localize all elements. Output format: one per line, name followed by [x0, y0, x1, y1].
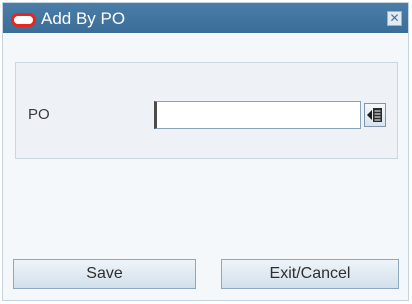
oracle-logo-icon: [11, 13, 36, 27]
lookup-list-icon: [367, 108, 382, 122]
po-label: PO: [28, 106, 50, 123]
exit-cancel-button[interactable]: Exit/Cancel: [221, 259, 399, 289]
add-by-po-dialog: Add By PO ✕ PO Save Exit/Cancel: [2, 2, 409, 301]
dialog-title: Add By PO: [41, 9, 126, 28]
dialog-titlebar: Add By PO ✕: [3, 3, 408, 33]
save-button[interactable]: Save: [13, 259, 196, 289]
form-panel: PO: [15, 62, 398, 159]
po-input[interactable]: [154, 101, 361, 129]
po-lookup-button[interactable]: [364, 103, 386, 127]
close-icon[interactable]: ✕: [387, 11, 402, 26]
